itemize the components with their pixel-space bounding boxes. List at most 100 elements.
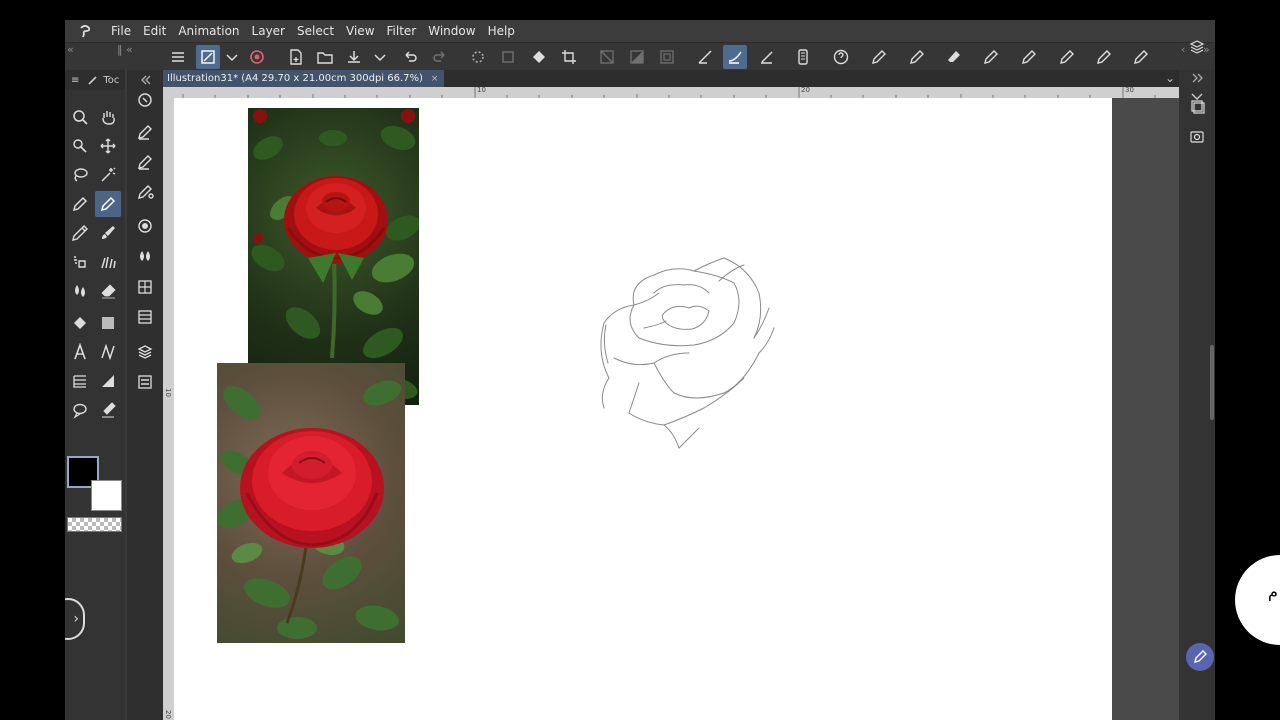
grid-snap-icon[interactable]	[755, 45, 779, 69]
invert-selection-icon[interactable]	[625, 45, 649, 69]
sub-tool-stack-icon[interactable]	[133, 340, 157, 364]
text-icon[interactable]	[67, 339, 93, 365]
ruler-mark-20: 20	[801, 86, 810, 94]
quick-access-pen-button[interactable]	[1186, 643, 1214, 671]
move-icon[interactable]	[95, 133, 121, 159]
airbrush-icon[interactable]	[67, 249, 93, 275]
reference-photo-rose-1[interactable]	[248, 108, 419, 405]
transparent-color-swatch[interactable]	[67, 517, 122, 532]
pen-preset-icon[interactable]	[1129, 45, 1153, 69]
panel-collapse-icon[interactable]: ‖ «	[117, 43, 133, 56]
chevron-down-icon[interactable]	[220, 45, 244, 69]
frame-border-icon[interactable]	[67, 368, 93, 394]
layers-icon[interactable]	[1187, 37, 1207, 57]
canvas-settings-icon[interactable]	[196, 45, 220, 69]
collapse-left-icon[interactable]: «	[67, 43, 74, 56]
ruler-mark-30: 30	[1125, 86, 1134, 94]
help-icon[interactable]	[829, 45, 853, 69]
sub-color-swatch[interactable]	[91, 480, 122, 511]
correct-line-icon[interactable]	[95, 397, 121, 423]
reference-photo-rose-2[interactable]	[217, 363, 405, 643]
chevron-right-icon: ›	[73, 611, 79, 627]
open-folder-icon[interactable]	[313, 45, 337, 69]
zoom-icon[interactable]	[67, 104, 93, 130]
sub-tool-pen-icon[interactable]	[133, 120, 157, 144]
decoration-icon[interactable]	[95, 249, 121, 275]
sub-tool-texture-icon[interactable]	[133, 214, 157, 238]
navigator-icon[interactable]	[133, 88, 157, 112]
pen-tab-icon	[88, 76, 97, 85]
special-ruler-snap-icon[interactable]	[723, 45, 747, 69]
camera-icon[interactable]	[1187, 126, 1207, 146]
app-logo-icon[interactable]	[65, 20, 105, 42]
document-tab[interactable]: Illustration31* (A4 29.70 x 21.00cm 300d…	[163, 70, 445, 87]
selection-border-icon[interactable]	[655, 45, 679, 69]
eraser-icon[interactable]	[95, 278, 121, 304]
pen-preset-icon[interactable]	[1017, 45, 1041, 69]
document-tab-title: Illustration31* (A4 29.70 x 21.00cm 300d…	[167, 73, 423, 84]
menu-bar: File Edit Animation Layer Select View Fi…	[65, 20, 1215, 42]
menu-file[interactable]: File	[105, 24, 137, 38]
gradient-icon[interactable]	[95, 310, 121, 336]
chevron-down-icon[interactable]: ⌄	[1165, 71, 1175, 85]
lasso-icon[interactable]	[67, 162, 93, 188]
clear-layer-icon[interactable]	[496, 45, 520, 69]
menu-animation[interactable]: Animation	[172, 24, 245, 38]
pen-preset-icon[interactable]	[905, 45, 929, 69]
brush-tool-icon[interactable]	[95, 220, 121, 246]
panel-collapse-icon[interactable]: ‹	[1181, 43, 1185, 56]
menu-view[interactable]: View	[340, 24, 380, 38]
save-icon[interactable]	[342, 45, 366, 69]
fill-icon[interactable]	[527, 45, 551, 69]
tool-panel: ≡ Toc ›	[65, 70, 125, 720]
menu-select[interactable]: Select	[291, 24, 340, 38]
eyedropper-icon[interactable]	[67, 220, 93, 246]
canvas-workspace[interactable]	[174, 98, 1179, 720]
pen-preset-icon[interactable]	[1055, 45, 1079, 69]
deselect-icon[interactable]	[595, 45, 619, 69]
new-file-icon[interactable]	[284, 45, 308, 69]
sub-tool-pattern-icon[interactable]	[133, 275, 157, 299]
undo-icon[interactable]	[398, 45, 422, 69]
sub-tool-film-icon[interactable]	[133, 305, 157, 329]
redo-icon[interactable]	[428, 45, 452, 69]
expand-panel-handle[interactable]: ›	[65, 598, 85, 640]
canvas-paper[interactable]	[174, 98, 1112, 720]
menu-edit[interactable]: Edit	[137, 24, 172, 38]
clip-studio-icon[interactable]	[245, 45, 269, 69]
sub-tool-property-icon[interactable]	[133, 370, 157, 394]
menu-window[interactable]: Window	[422, 24, 481, 38]
panel-expand-icon[interactable]	[1187, 68, 1207, 88]
crop-icon[interactable]	[557, 45, 581, 69]
layer-property-icon[interactable]	[1187, 96, 1207, 116]
pen-preset-icon[interactable]	[867, 45, 891, 69]
menu-lines-icon[interactable]: ≡	[71, 75, 79, 86]
fill-bucket-icon[interactable]	[67, 310, 93, 336]
pen-preset-icon[interactable]	[979, 45, 1003, 69]
pencil-tool-icon[interactable]	[95, 191, 121, 217]
blend-icon[interactable]	[67, 278, 93, 304]
speech-balloon-icon[interactable]	[67, 397, 93, 423]
sub-tool-column	[127, 70, 163, 720]
smartphone-icon[interactable]	[791, 45, 815, 69]
menu-help[interactable]: Help	[482, 24, 521, 38]
eraser-preset-icon[interactable]	[942, 45, 966, 69]
hamburger-menu-icon[interactable]	[166, 45, 190, 69]
sub-tool-pen-icon[interactable]	[133, 150, 157, 174]
vector-curve-icon[interactable]	[95, 339, 121, 365]
sub-tool-pen-icon[interactable]	[133, 180, 157, 204]
document-tab-bar: Illustration31* (A4 29.70 x 21.00cm 300d…	[163, 70, 1179, 87]
vertical-scrollbar[interactable]	[1210, 345, 1214, 420]
menu-filter[interactable]: Filter	[381, 24, 423, 38]
close-tab-icon[interactable]: ×	[431, 74, 439, 84]
chevron-down-icon[interactable]	[368, 45, 392, 69]
pen-preset-icon[interactable]	[1092, 45, 1116, 69]
menu-layer[interactable]: Layer	[246, 24, 291, 38]
ruler-snap-icon[interactable]	[693, 45, 717, 69]
operation-icon[interactable]	[67, 133, 93, 159]
sub-tool-blend-icon[interactable]	[133, 244, 157, 268]
magic-wand-icon[interactable]	[95, 162, 121, 188]
ruler-tool-icon[interactable]	[95, 368, 121, 394]
pen-tool-icon[interactable]	[67, 191, 93, 217]
hand-icon[interactable]	[95, 104, 121, 130]
